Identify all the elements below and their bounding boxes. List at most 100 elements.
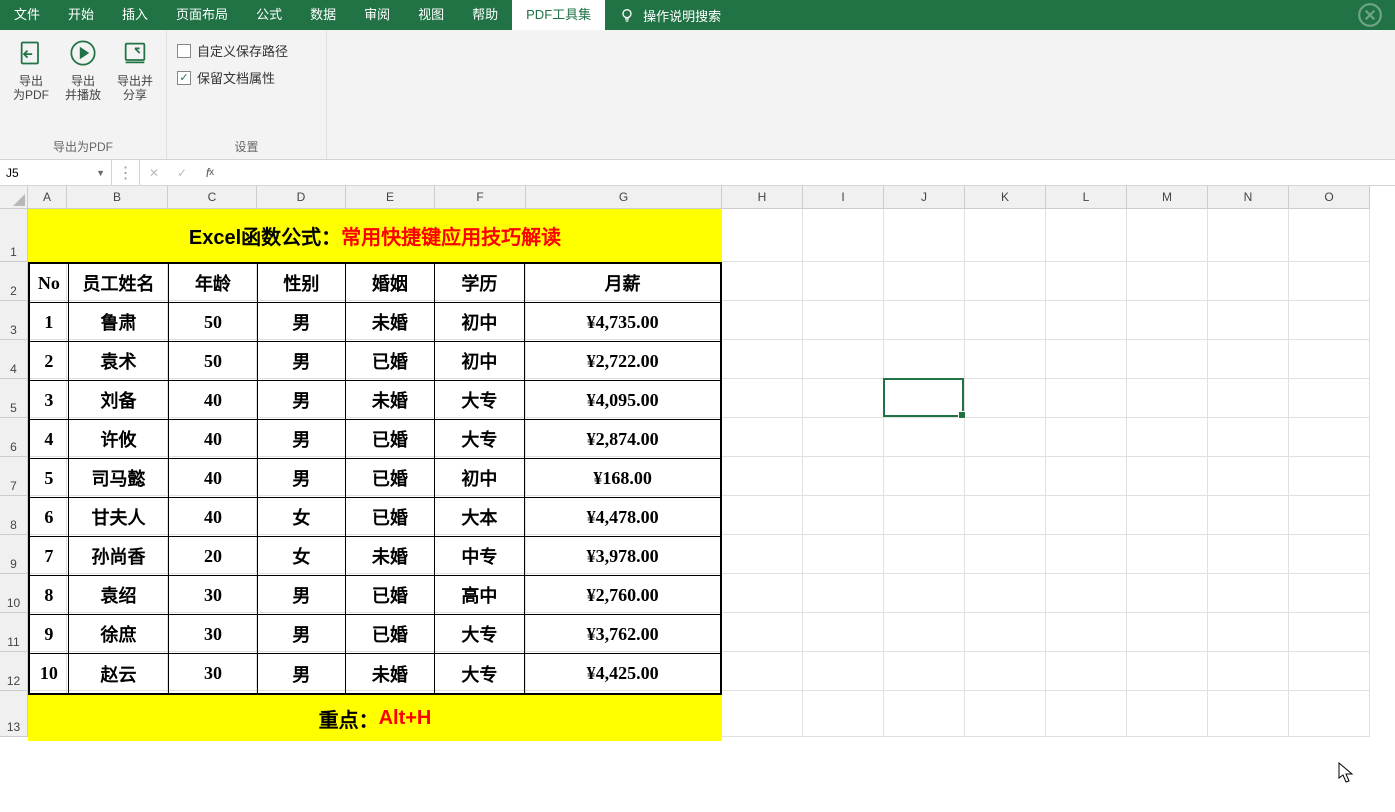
cell[interactable] <box>884 301 965 340</box>
table-cell[interactable]: 5 <box>30 459 69 498</box>
table-cell[interactable]: 未婚 <box>346 381 434 420</box>
cell[interactable] <box>1208 340 1289 379</box>
col-header-G[interactable]: G <box>526 186 722 209</box>
cell[interactable] <box>884 574 965 613</box>
table-cell[interactable]: 9 <box>30 615 69 654</box>
cell[interactable] <box>884 457 965 496</box>
row-header-10[interactable]: 10 <box>0 574 28 613</box>
table-cell[interactable]: 2 <box>30 342 69 381</box>
select-all-corner[interactable] <box>0 186 28 209</box>
table-cell[interactable]: 50 <box>169 342 257 381</box>
table-cell[interactable]: 大本 <box>435 498 525 537</box>
cell[interactable] <box>803 457 884 496</box>
cell[interactable] <box>965 340 1046 379</box>
table-cell[interactable]: 20 <box>169 537 257 576</box>
cell[interactable] <box>965 613 1046 652</box>
tab-pdf-tools[interactable]: PDF工具集 <box>512 0 605 30</box>
col-header-K[interactable]: K <box>965 186 1046 209</box>
cell[interactable] <box>965 301 1046 340</box>
cell[interactable] <box>1127 652 1208 691</box>
cell[interactable] <box>884 340 965 379</box>
cell[interactable] <box>965 652 1046 691</box>
cell[interactable] <box>1046 418 1127 457</box>
table-cell[interactable]: 许攸 <box>69 420 169 459</box>
table-cell[interactable]: 男 <box>258 381 346 420</box>
col-header-I[interactable]: I <box>803 186 884 209</box>
table-cell[interactable]: 40 <box>169 420 257 459</box>
cell[interactable] <box>1208 209 1289 262</box>
cell[interactable] <box>1046 262 1127 301</box>
col-header-A[interactable]: A <box>28 186 67 209</box>
cell[interactable] <box>1127 418 1208 457</box>
cell[interactable] <box>1127 496 1208 535</box>
table-cell[interactable]: 已婚 <box>346 420 434 459</box>
keep-doc-props-checkbox[interactable]: 保留文档属性 <box>177 65 316 90</box>
table-cell[interactable]: 未婚 <box>346 654 434 693</box>
table-cell[interactable]: ¥4,425.00 <box>525 654 720 693</box>
table-cell[interactable]: 7 <box>30 537 69 576</box>
table-cell[interactable]: 4 <box>30 420 69 459</box>
cell[interactable] <box>1127 262 1208 301</box>
cancel-formula-button[interactable]: ✕ <box>140 160 168 185</box>
cell[interactable] <box>965 262 1046 301</box>
cell[interactable] <box>803 613 884 652</box>
table-header[interactable]: 学历 <box>435 264 525 303</box>
cell[interactable] <box>803 418 884 457</box>
cell[interactable] <box>1208 457 1289 496</box>
col-header-B[interactable]: B <box>67 186 168 209</box>
row-header-7[interactable]: 7 <box>0 457 28 496</box>
cell[interactable] <box>1127 574 1208 613</box>
table-cell[interactable]: 赵云 <box>69 654 169 693</box>
table-cell[interactable]: 甘夫人 <box>69 498 169 537</box>
table-cell[interactable]: ¥4,478.00 <box>525 498 720 537</box>
table-cell[interactable]: 50 <box>169 303 257 342</box>
table-cell[interactable]: 鲁肃 <box>69 303 169 342</box>
table-cell[interactable]: 大专 <box>435 615 525 654</box>
table-cell[interactable]: 已婚 <box>346 459 434 498</box>
table-cell[interactable]: 男 <box>258 576 346 615</box>
tab-help[interactable]: 帮助 <box>458 0 512 30</box>
cell[interactable] <box>965 379 1046 418</box>
cell[interactable] <box>1208 535 1289 574</box>
cell[interactable] <box>1289 340 1370 379</box>
table-cell[interactable]: 已婚 <box>346 615 434 654</box>
cell[interactable] <box>965 209 1046 262</box>
table-cell[interactable]: 男 <box>258 342 346 381</box>
table-cell[interactable]: 高中 <box>435 576 525 615</box>
cell[interactable] <box>1127 209 1208 262</box>
cell[interactable] <box>1289 652 1370 691</box>
col-header-H[interactable]: H <box>722 186 803 209</box>
table-cell[interactable]: 初中 <box>435 342 525 381</box>
cell[interactable] <box>1127 691 1208 737</box>
table-cell[interactable]: 男 <box>258 459 346 498</box>
formula-input[interactable] <box>224 160 1395 185</box>
cell[interactable] <box>1046 457 1127 496</box>
cell[interactable] <box>722 457 803 496</box>
cell[interactable] <box>1208 496 1289 535</box>
cell[interactable] <box>1046 496 1127 535</box>
cell[interactable] <box>722 418 803 457</box>
name-box[interactable]: J5 ▼ <box>0 160 112 185</box>
table-cell[interactable]: 40 <box>169 498 257 537</box>
table-cell[interactable]: 初中 <box>435 303 525 342</box>
cell[interactable] <box>884 652 965 691</box>
cell[interactable] <box>803 262 884 301</box>
table-cell[interactable]: 司马懿 <box>69 459 169 498</box>
cell[interactable] <box>803 496 884 535</box>
cell[interactable] <box>1127 340 1208 379</box>
table-cell[interactable]: 已婚 <box>346 498 434 537</box>
cell[interactable] <box>803 574 884 613</box>
table-header[interactable]: 员工姓名 <box>69 264 169 303</box>
tab-insert[interactable]: 插入 <box>108 0 162 30</box>
row-header-8[interactable]: 8 <box>0 496 28 535</box>
tab-home[interactable]: 开始 <box>54 0 108 30</box>
cell[interactable] <box>1208 301 1289 340</box>
sheet-footer[interactable]: 重点：Alt+H <box>28 695 722 741</box>
table-header[interactable]: 年龄 <box>169 264 257 303</box>
cell[interactable] <box>722 379 803 418</box>
row-header-2[interactable]: 2 <box>0 262 28 301</box>
table-cell[interactable]: 30 <box>169 654 257 693</box>
tab-review[interactable]: 审阅 <box>350 0 404 30</box>
cell[interactable] <box>1289 418 1370 457</box>
cell[interactable] <box>722 262 803 301</box>
